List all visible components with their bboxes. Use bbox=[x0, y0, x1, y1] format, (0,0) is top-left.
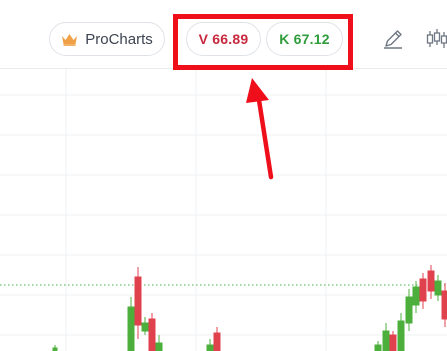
buy-price: K 67.12 bbox=[279, 31, 330, 47]
candles bbox=[52, 265, 447, 351]
candle bbox=[419, 273, 427, 309]
candle bbox=[389, 331, 397, 351]
candle bbox=[397, 313, 405, 351]
sell-price-button[interactable]: V 66.89 bbox=[186, 22, 261, 56]
buy-price-button[interactable]: K 67.12 bbox=[266, 22, 343, 56]
candle bbox=[213, 327, 221, 351]
toolbar-divider bbox=[0, 68, 447, 69]
procharts-label: ProCharts bbox=[85, 30, 153, 48]
candle bbox=[412, 281, 420, 313]
crown-icon bbox=[61, 33, 78, 46]
candle bbox=[382, 323, 390, 351]
sell-price: V 66.89 bbox=[198, 31, 249, 47]
price-chart[interactable] bbox=[0, 69, 447, 351]
trading-window: ProCharts V 66.89 K 67.12 bbox=[0, 0, 447, 351]
pencil-icon[interactable] bbox=[380, 26, 406, 52]
candlestick-icon[interactable] bbox=[425, 26, 447, 52]
candle bbox=[141, 317, 149, 335]
chart-grid bbox=[0, 69, 447, 351]
candle bbox=[148, 313, 156, 351]
procharts-button[interactable]: ProCharts bbox=[49, 22, 165, 56]
candle bbox=[374, 341, 382, 351]
candle bbox=[427, 265, 435, 299]
candle bbox=[155, 335, 163, 351]
candle bbox=[127, 297, 135, 351]
candle bbox=[434, 275, 442, 301]
candle bbox=[52, 345, 58, 351]
candle bbox=[206, 339, 214, 351]
candle bbox=[134, 267, 142, 339]
candle bbox=[441, 283, 447, 327]
